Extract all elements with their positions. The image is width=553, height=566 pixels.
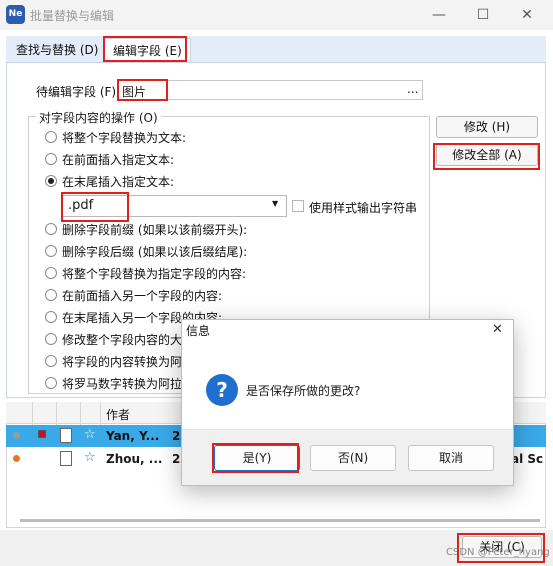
journal-cell: al Sc xyxy=(511,452,544,466)
option-label: 将整个字段替换为指定字段的内容: xyxy=(62,267,247,281)
radio-prepend-field[interactable] xyxy=(45,289,57,301)
dialog-close-icon[interactable]: ✕ xyxy=(492,322,503,337)
append-text-combo[interactable] xyxy=(61,195,287,217)
option-label: 在末尾插入指定文本: xyxy=(62,175,175,189)
watermark: CSDN @Peter_hyang xyxy=(446,547,550,558)
tab-find-replace[interactable]: 查找与替换 (D) xyxy=(8,38,106,62)
author-cell: Yan, Y... xyxy=(106,429,160,443)
close-window-icon[interactable]: ✕ xyxy=(512,4,542,26)
window-title: 批量替换与编辑 xyxy=(30,9,115,23)
field-browse-button[interactable]: ... xyxy=(407,82,418,96)
option-label: 删除字段前缀 (如果以该前缀开头): xyxy=(62,223,248,237)
radio-delete-suffix[interactable] xyxy=(45,245,57,257)
chevron-down-icon[interactable]: ▼ xyxy=(272,199,278,208)
radio-roman-numerals[interactable] xyxy=(45,377,57,389)
field-to-edit-input[interactable] xyxy=(118,80,423,100)
yes-button[interactable]: 是(Y) xyxy=(214,445,300,471)
field-to-edit-value: 图片 xyxy=(122,85,147,99)
option-label: 将字段的内容转换为阿 xyxy=(62,355,183,369)
document-icon xyxy=(60,451,72,466)
option-label: 修改整个字段内容的大 xyxy=(62,333,183,347)
cancel-button[interactable]: 取消 xyxy=(408,445,494,471)
status-dot-icon xyxy=(13,432,20,439)
radio-replace-with-field[interactable] xyxy=(45,267,57,279)
status-dot-icon xyxy=(13,455,20,462)
option-label: 在前面插入另一个字段的内容: xyxy=(62,289,223,303)
color-tag-icon xyxy=(38,430,46,438)
radio-change-case[interactable] xyxy=(45,333,57,345)
question-icon: ? xyxy=(206,374,238,406)
append-text-value: .pdf xyxy=(68,198,94,213)
operations-group-title: 对字段内容的操作 (O) xyxy=(36,109,161,126)
dialog-message: 是否保存所做的更改? xyxy=(246,384,361,398)
option-label: 删除字段后缀 (如果以该后缀结尾): xyxy=(62,245,248,259)
radio-append-field[interactable] xyxy=(45,311,57,323)
tab-edit-field[interactable]: 编辑字段 (E) xyxy=(104,38,191,62)
dialog-title: 信息 xyxy=(186,324,211,338)
app-logo-icon: Ne xyxy=(6,5,25,24)
use-style-checkbox[interactable] xyxy=(292,200,304,212)
radio-convert-field[interactable] xyxy=(45,355,57,367)
year-cell: 2 xyxy=(172,452,181,466)
radio-append-text[interactable] xyxy=(45,175,57,187)
year-cell: 2 xyxy=(172,429,181,443)
star-icon[interactable]: ☆ xyxy=(84,427,96,442)
option-label: 将罗马数字转换为阿拉 xyxy=(62,377,183,391)
star-icon[interactable]: ☆ xyxy=(84,450,96,465)
option-label: 在前面插入指定文本: xyxy=(62,153,175,167)
minimize-icon[interactable]: — xyxy=(424,4,454,26)
modify-all-button[interactable]: 修改全部 (A) xyxy=(436,144,538,166)
modify-button[interactable]: 修改 (H) xyxy=(436,116,538,138)
option-label: 将整个字段替换为文本: xyxy=(62,131,187,145)
radio-replace-text[interactable] xyxy=(45,131,57,143)
author-cell: Zhou, ... xyxy=(106,452,163,466)
radio-delete-prefix[interactable] xyxy=(45,223,57,235)
horizontal-scrollbar[interactable] xyxy=(20,519,540,522)
no-button[interactable]: 否(N) xyxy=(310,445,396,471)
column-header-author[interactable]: 作者 xyxy=(106,406,130,423)
document-icon xyxy=(60,428,72,443)
field-to-edit-label: 待编辑字段 (F): xyxy=(36,85,121,99)
use-style-label: 使用样式输出字符串 xyxy=(309,201,418,215)
radio-prepend-text[interactable] xyxy=(45,153,57,165)
maximize-icon[interactable]: ☐ xyxy=(468,4,498,26)
